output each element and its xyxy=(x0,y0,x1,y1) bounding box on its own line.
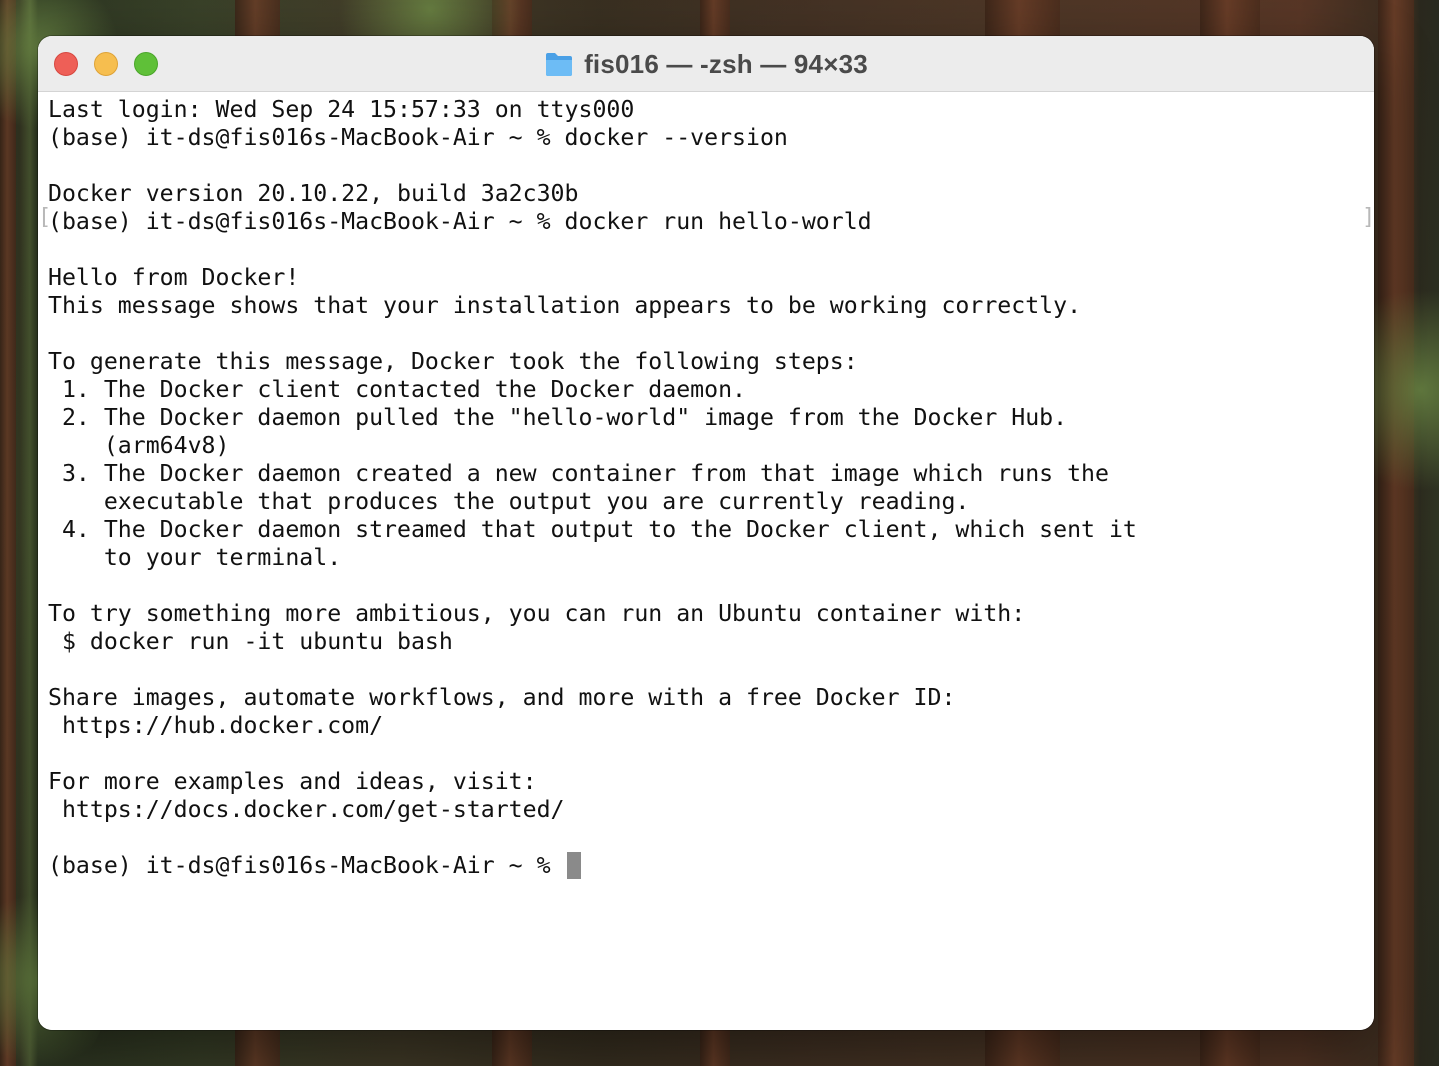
selection-mark-right: ] xyxy=(1362,205,1374,230)
terminal-line: $ docker run -it ubuntu bash xyxy=(48,628,453,655)
terminal-line: 3. The Docker daemon created a new conta… xyxy=(48,460,1109,487)
terminal-line: to your terminal. xyxy=(48,544,342,571)
terminal-line: Last login: Wed Sep 24 15:57:33 on ttys0… xyxy=(48,96,635,123)
terminal-line: 1. The Docker client contacted the Docke… xyxy=(48,376,747,403)
terminal-line: https://docs.docker.com/get-started/ xyxy=(48,796,565,823)
terminal-line: To generate this message, Docker took th… xyxy=(48,348,858,375)
terminal-line: (base) it-ds@fis016s-MacBook-Air ~ % doc… xyxy=(48,208,872,235)
terminal-line: To try something more ambitious, you can… xyxy=(48,600,1026,627)
terminal-line: (arm64v8) xyxy=(48,432,230,459)
terminal-line: This message shows that your installatio… xyxy=(48,292,1082,319)
terminal-line: Share images, automate workflows, and mo… xyxy=(48,684,956,711)
terminal-line: (base) it-ds@fis016s-MacBook-Air ~ % doc… xyxy=(48,124,788,151)
terminal-line: https://hub.docker.com/ xyxy=(48,712,384,739)
shell-prompt: (base) it-ds@fis016s-MacBook-Air ~ % xyxy=(48,852,565,879)
folder-icon xyxy=(544,50,574,78)
terminal-line: 2. The Docker daemon pulled the "hello-w… xyxy=(48,404,1068,431)
terminal-output[interactable]: Last login: Wed Sep 24 15:57:33 on ttys0… xyxy=(48,96,1137,880)
terminal-line: executable that produces the output you … xyxy=(48,488,970,515)
terminal-line: Docker version 20.10.22, build 3a2c30b xyxy=(48,180,579,207)
window-title-group: fis016 — -zsh — 94×33 xyxy=(38,36,1374,92)
terminal-line: 4. The Docker daemon streamed that outpu… xyxy=(48,516,1137,543)
terminal-content[interactable]: [ ] Last login: Wed Sep 24 15:57:33 on t… xyxy=(38,92,1374,1030)
terminal-line: Hello from Docker! xyxy=(48,264,300,291)
wallpaper-tree-trunk xyxy=(1378,0,1414,1066)
window-title: fis016 — -zsh — 94×33 xyxy=(584,48,868,79)
text-cursor xyxy=(566,852,581,879)
window-titlebar[interactable]: fis016 — -zsh — 94×33 xyxy=(38,36,1374,92)
terminal-window: fis016 — -zsh — 94×33 [ ] Last login: We… xyxy=(38,36,1374,1030)
prompt-line[interactable]: (base) it-ds@fis016s-MacBook-Air ~ % xyxy=(48,852,1137,880)
terminal-line: For more examples and ideas, visit: xyxy=(48,768,537,795)
